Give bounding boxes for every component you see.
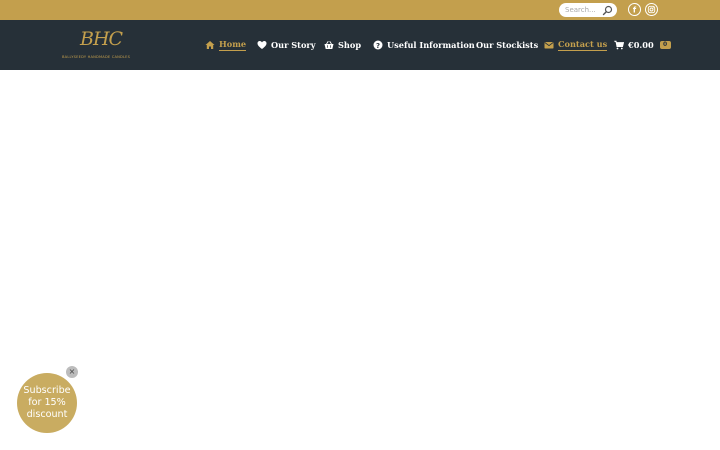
top-bar: f xyxy=(0,0,720,20)
svg-text:?: ? xyxy=(376,42,380,50)
question-circle-icon: ? xyxy=(373,40,383,50)
nav-item-our-story[interactable]: Our Story xyxy=(257,37,315,53)
nav-item-label: Contact us xyxy=(558,39,608,51)
close-icon[interactable]: × xyxy=(66,366,78,378)
main-navigation: BHC BALLYSEEDY HANDMADE CANDLES Home Our… xyxy=(0,20,720,70)
cart-total: €0.00 xyxy=(628,40,654,50)
logo-mark: BHC xyxy=(80,28,123,50)
basket-icon xyxy=(324,41,334,49)
search-icon[interactable] xyxy=(602,5,613,16)
nav-item-home[interactable]: Home xyxy=(205,37,247,53)
home-icon xyxy=(205,41,215,49)
envelope-icon xyxy=(544,42,554,49)
nav-item-label: Shop xyxy=(338,40,362,50)
subscribe-text: Subscribe for 15% discount xyxy=(23,385,71,420)
facebook-icon: f xyxy=(633,5,637,14)
cart-icon xyxy=(614,40,624,50)
svg-text:f: f xyxy=(633,5,637,14)
instagram-link[interactable] xyxy=(645,3,658,16)
search-input[interactable] xyxy=(565,4,601,16)
nav-item-contact-us[interactable]: Contact us xyxy=(544,37,608,53)
search-box[interactable] xyxy=(559,3,617,17)
instagram-icon xyxy=(647,5,656,14)
nav-item-label: Our Stockists xyxy=(476,40,539,50)
nav-item-useful-information[interactable]: ? Useful Information xyxy=(373,37,475,53)
nav-item-shop[interactable]: Shop xyxy=(324,37,361,53)
subscribe-discount-badge[interactable]: Subscribe for 15% discount xyxy=(17,373,77,433)
nav-item-label: Useful Information xyxy=(387,40,475,50)
facebook-link[interactable]: f xyxy=(628,3,641,16)
nav-item-our-stockists[interactable]: Our Stockists xyxy=(476,37,538,53)
logo-subtitle: BALLYSEEDY HANDMADE CANDLES xyxy=(62,55,131,59)
nav-item-label: Our Story xyxy=(271,40,316,50)
nav-item-label: Home xyxy=(219,39,247,51)
site-logo[interactable]: BHC BALLYSEEDY HANDMADE CANDLES xyxy=(62,28,131,62)
heart-icon xyxy=(257,41,267,49)
cart-count-badge: 0 xyxy=(659,41,671,49)
cart-button[interactable]: €0.00 0 xyxy=(614,37,671,53)
